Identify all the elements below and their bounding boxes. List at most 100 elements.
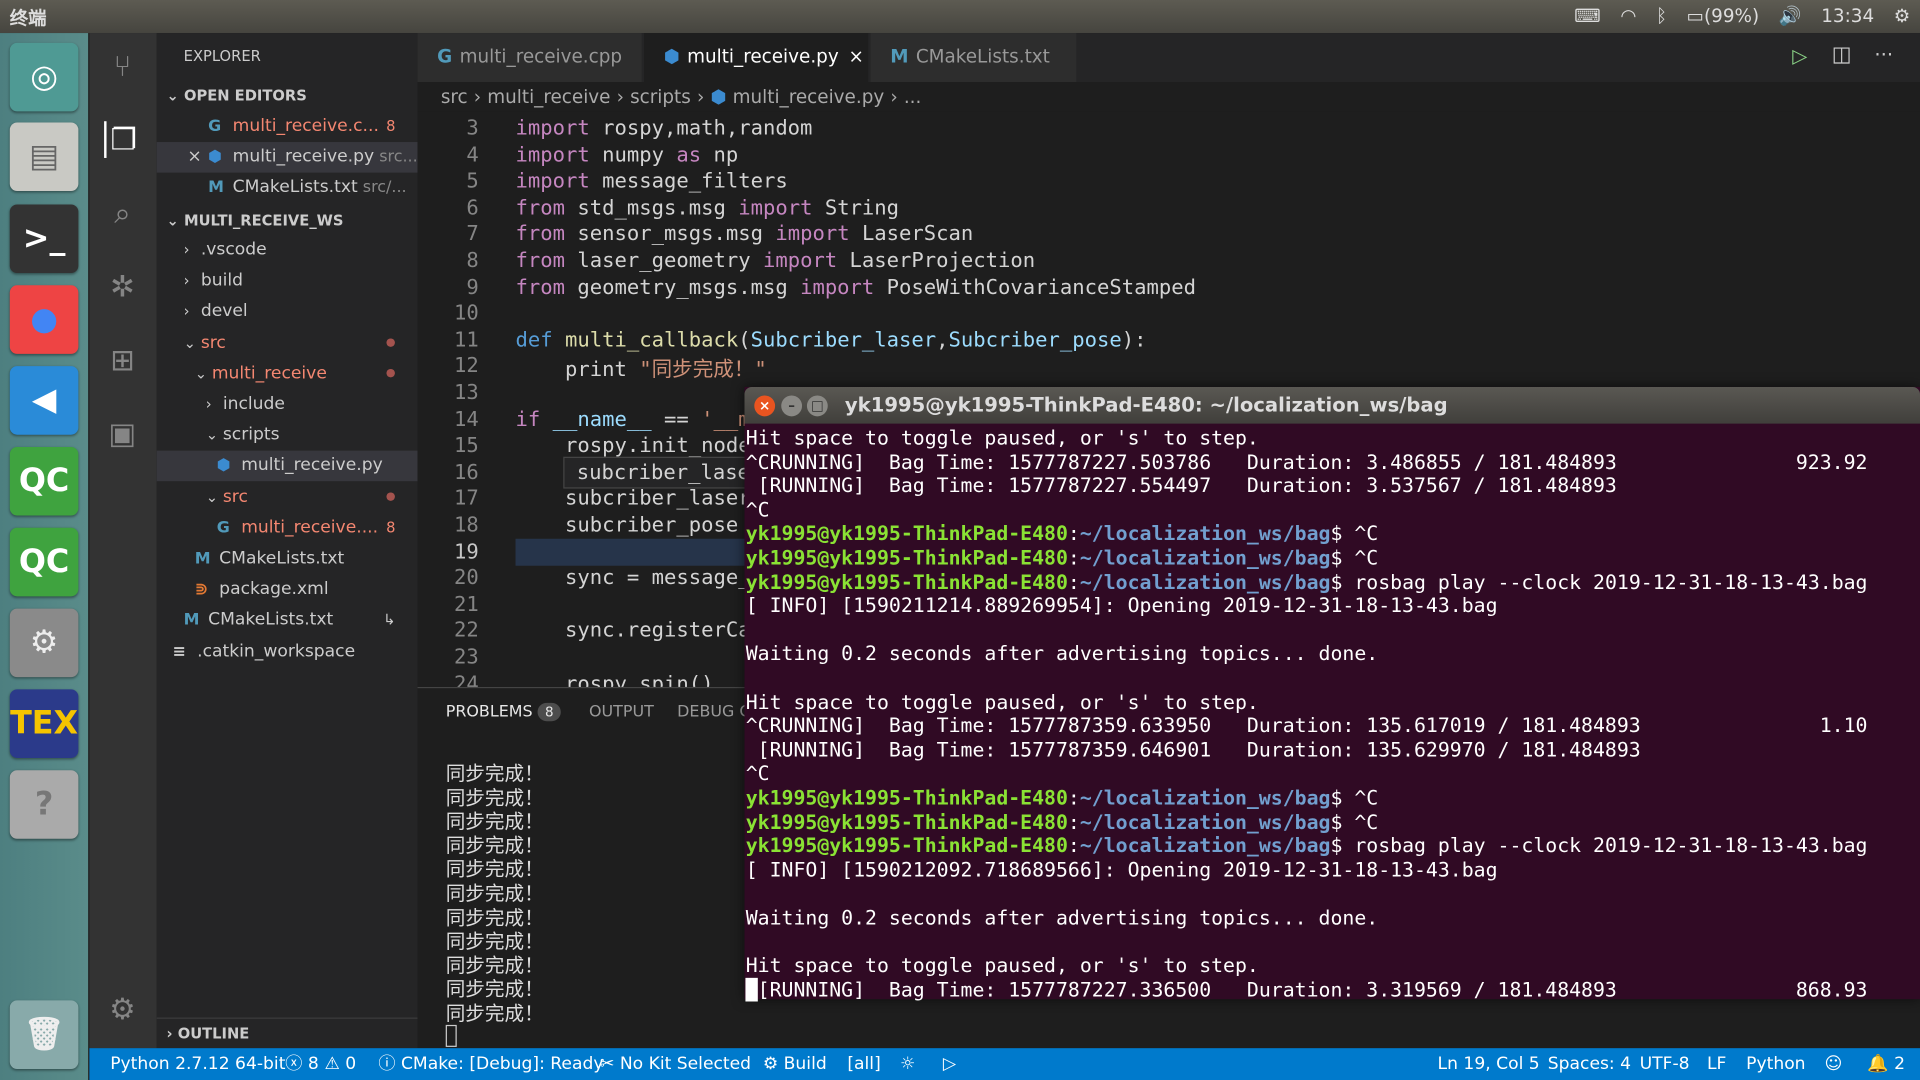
language-mode[interactable]: Python [1746, 1048, 1805, 1080]
line-ending[interactable]: LF [1707, 1048, 1726, 1080]
code-line[interactable]: import rospy,math,random [516, 115, 813, 139]
code-line[interactable]: subcriber_laser [516, 485, 751, 509]
volume-icon[interactable]: 🔊 [1779, 5, 1802, 27]
code-line[interactable]: sync = message_ [516, 565, 751, 589]
explorer-icon[interactable]: ❐ [104, 121, 141, 158]
tree-item[interactable]: M CMakeLists.txt ↳ [157, 605, 418, 636]
code-line[interactable]: import numpy as np [516, 142, 739, 166]
code-line[interactable]: rospy.init_node( [516, 432, 763, 456]
power-gear-icon[interactable]: ⚙ [1894, 5, 1910, 27]
build-target[interactable]: [all] [847, 1048, 880, 1080]
breadcrumb-item[interactable]: src [441, 86, 468, 108]
tree-item[interactable]: › .vscode [157, 235, 418, 266]
cmake-status[interactable]: ⓘ CMake: [Debug]: Ready [378, 1048, 603, 1080]
maximize-icon[interactable]: □ [806, 395, 828, 417]
tab-multi_receive-py[interactable]: ⬢ multi_receive.py × [644, 33, 869, 83]
code-line[interactable]: from std_msgs.msg import String [516, 194, 900, 218]
debug-icon[interactable]: ☼ [900, 1048, 915, 1080]
open-editor-item[interactable]: Gmulti_receive.c... 8 [157, 111, 418, 142]
minimize-icon[interactable]: – [781, 395, 803, 417]
split-editor-icon[interactable]: ◫ [1832, 43, 1852, 67]
keyboard-icon[interactable]: ⌨ [1574, 5, 1601, 27]
tab-multi_receive-cpp[interactable]: Gmulti_receive.cpp [417, 33, 642, 83]
search-icon[interactable]: ⌕ [104, 195, 141, 232]
battery-indicator[interactable]: ▭(99%) [1687, 5, 1760, 27]
tree-item[interactable]: ⌄ scripts [157, 420, 418, 451]
tab-CMakeLists-txt[interactable]: M CMakeLists.txt [870, 33, 1077, 83]
python-interpreter[interactable]: Python 2.7.12 64-bit [110, 1048, 285, 1080]
breadcrumb-item[interactable]: multi_receive.py [733, 86, 885, 108]
launcher-files[interactable]: ▤ [9, 122, 79, 192]
code-line[interactable]: from geometry_msgs.msg import PoseWithCo… [516, 274, 1196, 298]
code-line[interactable]: from sensor_msgs.msg import LaserScan [516, 221, 974, 245]
error-count[interactable]: ⓧ 8 [285, 1048, 319, 1080]
tree-item[interactable]: › devel [157, 297, 418, 328]
run-icon[interactable]: ▷ [943, 1048, 956, 1080]
launcher-help[interactable]: ? [9, 770, 79, 839]
clock[interactable]: 13:34 [1821, 5, 1874, 27]
code-line[interactable]: import message_filters [516, 168, 788, 192]
more-actions-icon[interactable]: ··· [1874, 43, 1893, 66]
manage-gear-icon[interactable]: ⚙ [104, 991, 141, 1028]
minimap[interactable] [1785, 111, 1903, 184]
cmake-kit[interactable]: ✂ No Kit Selected [600, 1048, 751, 1080]
workspace-header[interactable]: ⌄ MULTI_RECEIVE_WS [157, 206, 418, 235]
close-icon[interactable]: × [848, 45, 863, 67]
cursor-position[interactable]: Ln 19, Col 5 [1438, 1048, 1540, 1080]
launcher-chrome[interactable]: ● [9, 285, 79, 354]
debug-icon[interactable]: ✲ [104, 268, 141, 305]
feedback-icon[interactable]: ☺ [1824, 1048, 1842, 1080]
tree-item[interactable]: Gmulti_receive.... 8 [157, 513, 418, 544]
encoding[interactable]: UTF-8 [1640, 1048, 1690, 1080]
source-control-icon[interactable]: ⑂ [104, 48, 141, 85]
tree-item[interactable]: ⋑ package.xml [157, 575, 418, 606]
tree-item[interactable]: ≡ .catkin_workspace [157, 636, 418, 667]
warning-count[interactable]: ⚠ 0 [324, 1048, 356, 1080]
close-icon[interactable]: × [754, 395, 776, 417]
code-line[interactable]: sync.registerCal [516, 618, 763, 642]
tree-item[interactable]: ⬢ multi_receive.py [156, 451, 418, 482]
tab-output[interactable]: OUTPUT [589, 703, 654, 721]
outline-header[interactable]: › OUTLINE [156, 1017, 418, 1047]
breadcrumb-item[interactable]: multi_receive [487, 86, 610, 108]
tree-item[interactable]: › build [157, 266, 418, 297]
tree-item[interactable]: › include [157, 389, 418, 420]
close-icon[interactable]: × [187, 142, 208, 173]
launcher-trash[interactable]: 🗑 [9, 1000, 79, 1069]
breadcrumb-item[interactable]: ... [904, 86, 922, 108]
code-line[interactable]: from laser_geometry import LaserProjecti… [516, 247, 1036, 271]
tab-problems[interactable]: PROBLEMS 8 [446, 702, 561, 722]
terminal-titlebar[interactable]: × – □ yk1995@yk1995-ThinkPad-E480: ~/loc… [744, 386, 1920, 424]
open-editor-item[interactable]: × ⬢ multi_receive.py src... [156, 142, 418, 173]
tree-item[interactable]: M CMakeLists.txt [157, 544, 418, 575]
launcher-ubuntu-dash[interactable]: ◎ [9, 42, 79, 112]
launcher-terminal[interactable]: >_ [9, 204, 79, 274]
tree-item[interactable]: ⌄ src ● [157, 482, 418, 513]
extensions-icon[interactable]: ⊞ [104, 342, 141, 379]
terminal-window[interactable]: × – □ yk1995@yk1995-ThinkPad-E480: ~/loc… [744, 386, 1920, 1001]
tree-item[interactable]: ⌄ src ● [157, 328, 418, 359]
launcher-texstudio[interactable]: TEX [9, 689, 79, 758]
bluetooth-icon[interactable]: ᛒ [1656, 5, 1667, 27]
build-button[interactable]: ⚙ Build [763, 1048, 827, 1080]
code-line[interactable]: def multi_callback(Subcriber_laser,Subcr… [516, 327, 1147, 351]
launcher-qtcreator-2[interactable]: QC [9, 527, 79, 597]
launcher-vscode[interactable]: ◀ [9, 366, 79, 435]
launcher-system-settings[interactable]: ⚙ [9, 608, 79, 678]
open-editors-header[interactable]: ⌄ OPEN EDITORS [157, 81, 418, 110]
breadcrumb-item[interactable]: scripts [630, 86, 691, 108]
wifi-icon[interactable]: ◠ [1620, 5, 1636, 27]
launcher-qtcreator-1[interactable]: QC [9, 446, 79, 516]
notifications[interactable]: 🔔 2 [1867, 1048, 1905, 1080]
code-line[interactable]: print "同步完成！" [516, 353, 767, 382]
line-number: 11 [454, 326, 479, 352]
run-icon[interactable]: ▷ [1792, 44, 1807, 67]
tree-item[interactable]: ⌄ multi_receive ● [157, 359, 418, 390]
code-line[interactable]: if __name__ == '__ma [516, 406, 763, 430]
indentation[interactable]: Spaces: 4 [1548, 1048, 1631, 1080]
code-line[interactable]: subcriber_pose [516, 512, 738, 536]
remote-explorer-icon[interactable]: ▣ [104, 415, 141, 452]
autocomplete-suggestion[interactable]: subcriber_lase [563, 456, 760, 489]
open-editor-item[interactable]: M CMakeLists.txt src/... [157, 173, 418, 204]
tab-debug-console[interactable]: DEBUG C [677, 703, 750, 721]
